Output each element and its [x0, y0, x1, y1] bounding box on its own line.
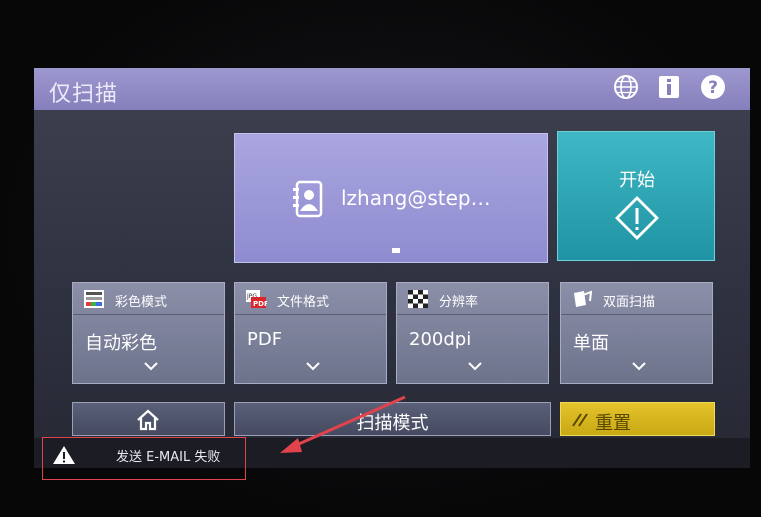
- start-diamond-icon: [615, 196, 659, 240]
- chevron-down-icon: [632, 362, 646, 371]
- scan-mode-label: 扫描模式: [356, 413, 429, 434]
- setting-value: 单面: [573, 333, 609, 354]
- destination-address: lzhang@step…: [341, 186, 491, 210]
- page-title: 仅扫描: [49, 82, 119, 107]
- reset-label: 重置: [595, 413, 631, 434]
- file-format-button[interactable]: JPG PDF 文件格式 PDF: [234, 282, 387, 384]
- svg-text:PDF: PDF: [253, 300, 267, 308]
- touch-screen: 仅扫描 ? lzhang@step… 开始 彩色模式 自动彩色 JPG PDF …: [34, 68, 750, 468]
- globe-icon[interactable]: [612, 73, 640, 101]
- chevron-down-icon: [468, 362, 482, 371]
- start-button[interactable]: 开始: [557, 131, 715, 261]
- start-label: 开始: [619, 170, 655, 191]
- reset-button[interactable]: 重置: [560, 402, 715, 436]
- setting-label: 分辨率: [439, 295, 479, 310]
- reset-icon: [572, 413, 588, 427]
- setting-value: 自动彩色: [85, 333, 157, 354]
- setting-value: PDF: [247, 329, 283, 350]
- setting-header: 彩色模式: [73, 283, 224, 315]
- home-button[interactable]: [72, 402, 225, 436]
- setting-value: 200dpi: [409, 329, 472, 350]
- svg-text:?: ?: [708, 78, 718, 98]
- address-book-icon: [293, 180, 323, 218]
- setting-header: 双面扫描: [561, 283, 712, 315]
- duplex-icon: [574, 290, 593, 307]
- info-icon[interactable]: [655, 73, 683, 101]
- page-indicator: [392, 248, 400, 253]
- resolution-icon: [408, 290, 428, 308]
- color-mode-button[interactable]: 彩色模式 自动彩色: [72, 282, 225, 384]
- title-bar: 仅扫描 ?: [34, 68, 750, 110]
- setting-label: 文件格式: [277, 295, 330, 310]
- setting-header: JPG PDF 文件格式: [235, 283, 386, 315]
- setting-label: 双面扫描: [603, 295, 656, 310]
- chevron-down-icon: [306, 362, 320, 371]
- file-format-icon: JPG PDF: [246, 290, 267, 308]
- resolution-button[interactable]: 分辨率 200dpi: [396, 282, 549, 384]
- help-icon[interactable]: ?: [699, 73, 727, 101]
- chevron-down-icon: [144, 362, 158, 371]
- setting-header: 分辨率: [397, 283, 548, 315]
- home-icon: [137, 409, 159, 431]
- highlight-box: [42, 437, 246, 480]
- duplex-scan-button[interactable]: 双面扫描 单面: [560, 282, 713, 384]
- destination-button[interactable]: lzhang@step…: [234, 133, 548, 263]
- scan-mode-button[interactable]: 扫描模式: [234, 402, 551, 436]
- setting-label: 彩色模式: [115, 295, 168, 310]
- color-mode-icon: [84, 290, 104, 308]
